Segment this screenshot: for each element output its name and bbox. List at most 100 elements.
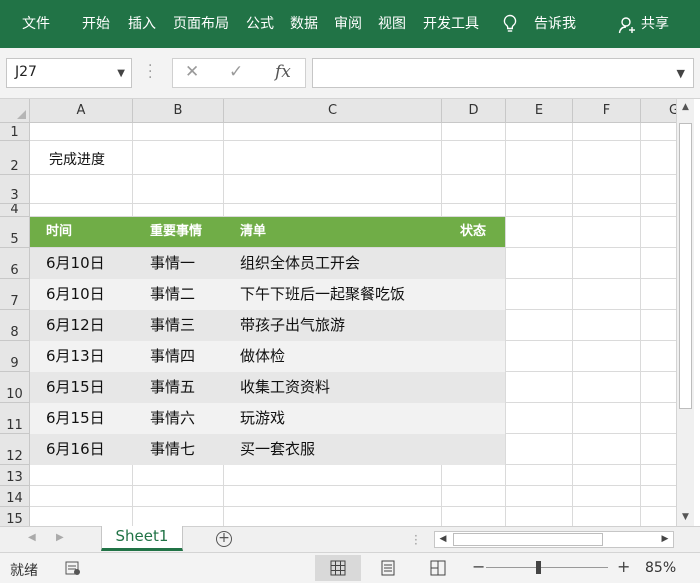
status-bar: 就绪 − + 85%: [0, 552, 700, 583]
drag-handle-icon[interactable]: · · ·: [148, 59, 152, 85]
row-header-5[interactable]: 5: [0, 217, 30, 248]
row-header-13[interactable]: 13: [0, 465, 30, 486]
table-row[interactable]: 6月15日 事情五 收集工资资料: [30, 372, 505, 403]
header-status[interactable]: 状态: [460, 217, 486, 247]
column-header-g[interactable]: G: [641, 99, 676, 123]
formula-input[interactable]: ▼: [312, 58, 694, 88]
enter-icon[interactable]: ✓: [229, 62, 243, 82]
insert-function-icon[interactable]: fx: [275, 62, 291, 82]
worksheet-grid[interactable]: A B C D E F G 1 2 3 4 5 6 7 8 9 10 11 12…: [0, 99, 676, 526]
header-time[interactable]: 时间: [46, 217, 72, 247]
tab-split-handle-icon[interactable]: · · ·: [414, 530, 418, 550]
expand-formula-bar-icon[interactable]: ▼: [677, 67, 685, 80]
scroll-left-icon[interactable]: ◀: [435, 532, 451, 547]
formula-bar: J27 ▼ · · · ✕ ✓ fx ▼: [0, 48, 700, 99]
scroll-right-icon[interactable]: ▶: [657, 532, 673, 547]
sheet-tab-bar: ◀ ▶ Sheet1 + · · · ◀ ▶: [0, 526, 700, 552]
cell-time: 6月13日: [46, 347, 105, 365]
zoom-in-button[interactable]: +: [617, 557, 630, 576]
table-row[interactable]: 6月15日 事情六 玩游戏: [30, 403, 505, 434]
horizontal-scroll-thumb[interactable]: [453, 533, 603, 546]
macro-record-icon[interactable]: [65, 560, 81, 580]
cell-list: 带孩子出气旅游: [240, 316, 346, 334]
formula-buttons: ✕ ✓ fx: [172, 58, 306, 88]
column-header-e[interactable]: E: [506, 99, 573, 123]
next-sheet-icon[interactable]: ▶: [56, 532, 64, 543]
tab-home[interactable]: 开始: [82, 14, 110, 34]
lightbulb-icon[interactable]: [502, 14, 518, 38]
row-header-4[interactable]: 4: [0, 204, 30, 217]
cell-item: 事情七: [150, 440, 196, 458]
row-header-11[interactable]: 11: [0, 403, 30, 434]
horizontal-scrollbar[interactable]: ◀ ▶: [434, 531, 674, 548]
header-item[interactable]: 重要事情: [150, 217, 202, 247]
page-break-view-button[interactable]: [415, 555, 461, 581]
chevron-down-icon[interactable]: ▼: [117, 68, 125, 79]
row-header-14[interactable]: 14: [0, 486, 30, 507]
grid-line: [505, 123, 506, 526]
row-header-3[interactable]: 3: [0, 175, 30, 204]
cell-time: 6月15日: [46, 378, 105, 396]
header-list[interactable]: 清单: [240, 217, 266, 247]
select-all-corner[interactable]: [0, 99, 30, 123]
table-row[interactable]: 6月12日 事情三 带孩子出气旅游: [30, 310, 505, 341]
table-row[interactable]: 6月10日 事情二 下午下班后一起聚餐吃饭: [30, 279, 505, 310]
column-header-f[interactable]: F: [573, 99, 641, 123]
zoom-slider-knob[interactable]: [536, 561, 541, 574]
page-break-icon: [430, 560, 446, 576]
table-header-row: [30, 217, 505, 247]
tab-insert[interactable]: 插入: [128, 14, 156, 34]
tab-page-layout[interactable]: 页面布局: [173, 14, 229, 34]
tab-developer[interactable]: 开发工具: [423, 14, 479, 34]
row-header-12[interactable]: 12: [0, 434, 30, 465]
tell-me-search[interactable]: 告诉我: [534, 14, 576, 34]
sheet-tab-sheet1[interactable]: Sheet1: [101, 526, 183, 551]
zoom-out-button[interactable]: −: [472, 557, 485, 576]
grid-line: [30, 485, 676, 486]
row-header-9[interactable]: 9: [0, 341, 30, 372]
table-row[interactable]: 6月10日 事情一 组织全体员工开会: [30, 248, 505, 279]
cell-list: 组织全体员工开会: [240, 254, 361, 272]
zoom-level[interactable]: 85%: [645, 560, 676, 576]
grid-line: [30, 140, 676, 141]
tab-view[interactable]: 视图: [378, 14, 406, 34]
name-box[interactable]: J27 ▼: [6, 58, 132, 88]
row-header-7[interactable]: 7: [0, 279, 30, 310]
grid-line: [572, 123, 573, 526]
row-header-1[interactable]: 1: [0, 123, 30, 141]
cell-a2[interactable]: 完成进度: [49, 149, 105, 169]
column-header-c[interactable]: C: [224, 99, 442, 123]
column-header-d[interactable]: D: [442, 99, 506, 123]
tab-file[interactable]: 文件: [22, 14, 50, 34]
page-layout-view-button[interactable]: [365, 555, 411, 581]
tab-data[interactable]: 数据: [290, 14, 318, 34]
row-header-6[interactable]: 6: [0, 248, 30, 279]
add-sheet-icon[interactable]: +: [216, 531, 232, 547]
zoom-slider[interactable]: [486, 567, 608, 568]
row-header-2[interactable]: 2: [0, 141, 30, 175]
vertical-scrollbar[interactable]: ▲ ▼: [676, 99, 694, 526]
ribbon-bar: 文件 开始 插入 页面布局 公式 数据 审阅 视图 开发工具 告诉我 共享: [0, 0, 700, 48]
cell-list: 买一套衣服: [240, 440, 316, 458]
scroll-down-icon[interactable]: ▼: [677, 509, 694, 526]
prev-sheet-icon[interactable]: ◀: [28, 532, 36, 543]
row-header-10[interactable]: 10: [0, 372, 30, 403]
table-row[interactable]: 6月16日 事情七 买一套衣服: [30, 434, 505, 465]
row-header-15[interactable]: 15: [0, 507, 30, 526]
table-row[interactable]: 6月13日 事情四 做体检: [30, 341, 505, 372]
cancel-icon[interactable]: ✕: [185, 62, 199, 82]
column-header-b[interactable]: B: [133, 99, 224, 123]
share-button[interactable]: 共享: [641, 14, 669, 34]
row-header-8[interactable]: 8: [0, 310, 30, 341]
tab-review[interactable]: 审阅: [334, 14, 362, 34]
cell-time: 6月12日: [46, 316, 105, 334]
person-icon[interactable]: [618, 16, 636, 38]
cell-time: 6月10日: [46, 254, 105, 272]
scroll-up-icon[interactable]: ▲: [677, 99, 694, 116]
tab-formulas[interactable]: 公式: [246, 14, 274, 34]
column-header-a[interactable]: A: [30, 99, 133, 123]
normal-view-button[interactable]: [315, 555, 361, 581]
vertical-scroll-thumb[interactable]: [679, 123, 692, 409]
grid-line: [30, 203, 676, 204]
grid-line: [640, 123, 641, 526]
